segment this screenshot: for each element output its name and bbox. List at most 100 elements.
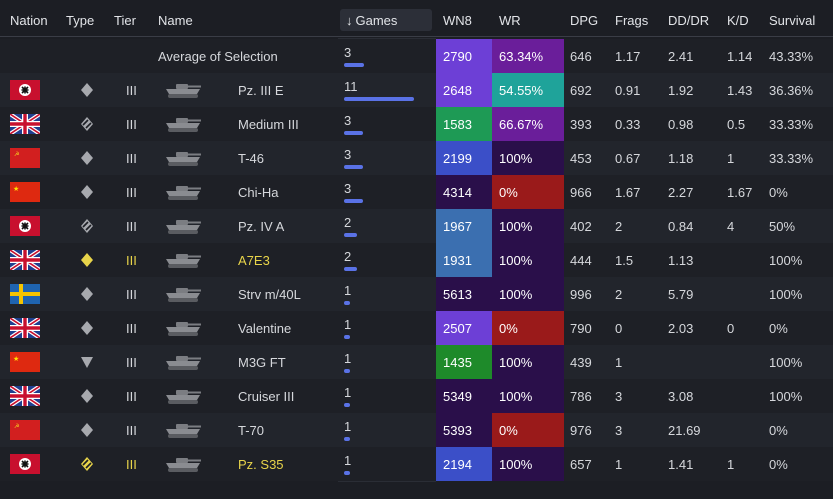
kd-value [723, 345, 763, 379]
table-row[interactable]: III Valentine 1 2507 0% 790 0 2.03 0 0% [0, 311, 833, 345]
survival-value: 0% [769, 184, 788, 200]
games-bar [344, 233, 357, 237]
games-cell: 2 [338, 209, 436, 243]
kd-value: 0.5 [727, 116, 746, 132]
average-label-cell: Average of Selection [156, 39, 338, 73]
col-header-type[interactable]: Type [66, 4, 114, 36]
table-row[interactable]: III A7E3 2 1931 100% 444 1.5 1.13 100% [0, 243, 833, 277]
sweden-flag-icon [10, 284, 40, 304]
table-row[interactable]: III Medium III 3 1583 66.67% 393 0.33 0.98 0.5 33… [0, 107, 833, 141]
col-header-tier[interactable]: Tier [114, 4, 156, 36]
type-cell [66, 447, 114, 481]
nation-flag-cell [0, 277, 66, 311]
light-tank-icon [66, 184, 95, 200]
light-tank-icon [66, 150, 95, 166]
tank-silhouette-icon [156, 114, 206, 134]
games-bar [344, 97, 414, 101]
dddr-value: 1.13 [668, 252, 694, 268]
frags-value: 0 [615, 320, 623, 336]
games-cell: 3 [338, 141, 436, 175]
germany-flag-icon [10, 216, 40, 236]
col-header-name[interactable]: Name [156, 4, 338, 36]
table-row[interactable]: ★ III M3G FT 1 1435 100% 439 1 100% [0, 345, 833, 379]
games-cell: 1 [338, 345, 436, 379]
games-bar [344, 131, 363, 135]
col-header-wn8[interactable]: WN8 [436, 4, 492, 36]
table-row[interactable]: ☭ III T-70 1 5393 0% 976 3 21.69 0% [0, 413, 833, 447]
col-header-nation[interactable]: Nation [0, 4, 66, 36]
table-row[interactable]: III Pz. S35 1 2194 100% 657 1 1.41 1 0% [0, 447, 833, 481]
tier-value: III [126, 388, 137, 404]
type-cell [66, 379, 114, 413]
dpg-value: 692 [570, 82, 592, 98]
games-cell: 3 [338, 175, 436, 209]
name-cell: T-46 [156, 141, 338, 175]
survival-value: 100% [769, 388, 803, 404]
frags-value: 3 [615, 388, 623, 404]
table-row[interactable]: ★ III Chi-Ha 3 4314 0% 966 1.67 2.27 1.67 0% [0, 175, 833, 209]
col-header-games[interactable]: ↓ Games [340, 9, 432, 31]
games-bar [344, 199, 363, 203]
games-value: 3 [344, 113, 352, 128]
type-cell [66, 73, 114, 107]
name-cell: Cruiser III [156, 379, 338, 413]
dddr-value [663, 345, 723, 379]
table-row[interactable]: III Pz. IV A 2 1967 100% 402 2 0.84 4 50% [0, 209, 833, 243]
name-cell: Strv m/40L [156, 277, 338, 311]
vehicle-name: A7E3 [238, 252, 270, 268]
col-header-survival[interactable]: Survival [763, 4, 833, 36]
kd-value [723, 243, 763, 277]
tier-value: III [126, 320, 137, 336]
dpg-value: 444 [570, 252, 592, 268]
survival-value: 100% [769, 354, 803, 370]
wr-value: 100% [492, 345, 564, 379]
table-row[interactable]: III Strv m/40L 1 5613 100% 996 2 5.79 100% [0, 277, 833, 311]
svg-text:☭: ☭ [14, 151, 19, 158]
games-value: 1 [344, 283, 352, 298]
col-header-wr[interactable]: WR [492, 4, 564, 36]
wr-value: 100% [492, 447, 564, 481]
col-header-kd[interactable]: K/D [723, 4, 763, 36]
vehicle-name: T-46 [238, 150, 265, 166]
wn8-value: 2194 [436, 447, 492, 481]
col-header-dpg[interactable]: DPG [564, 4, 610, 36]
dpg-value: 453 [570, 150, 592, 166]
nation-flag-cell [0, 447, 66, 481]
vehicle-stats-table: Nation Type Tier Name ↓ Games WN8 WR DPG … [0, 0, 833, 499]
games-value: 2 [344, 215, 352, 230]
dddr-value: 5.79 [668, 286, 694, 302]
tier-value: III [126, 116, 137, 132]
kd-value: 1.67 [727, 184, 753, 200]
wn8-value: 1967 [436, 209, 492, 243]
kd-value [723, 379, 763, 413]
svg-text:☭: ☭ [14, 423, 19, 430]
survival-value: 50% [769, 218, 796, 234]
survival-value: 33.33% [769, 150, 814, 166]
tier-value: III [126, 218, 137, 234]
col-header-frags[interactable]: Frags [610, 4, 663, 36]
type-cell [66, 243, 114, 277]
wr-value: 0% [492, 175, 564, 209]
nation-flag-cell: ★ [0, 345, 66, 379]
nation-flag-cell [0, 379, 66, 413]
ussr-flag-icon: ☭ [10, 148, 40, 168]
table-row[interactable]: ☭ III T-46 3 2199 100% 453 0.67 1.18 1 33.33% [0, 141, 833, 175]
games-bar [344, 403, 350, 407]
tier-value: III [126, 150, 137, 166]
wn8-value: 1435 [436, 345, 492, 379]
table-row[interactable]: III Cruiser III 1 5349 100% 786 3 3.08 100% [0, 379, 833, 413]
games-cell: 2 [338, 243, 436, 277]
dddr-value: 1.92 [668, 82, 694, 98]
games-bar [344, 165, 363, 169]
tank-silhouette-icon [156, 352, 206, 372]
frags-value: 0.91 [615, 82, 641, 98]
tank-silhouette-icon [156, 420, 206, 440]
col-header-dddr[interactable]: DD/DR [663, 4, 723, 36]
table-row[interactable]: III Pz. III E 11 2648 54.55% 692 0.91 1.92 1.43 3… [0, 73, 833, 107]
dpg-value: 439 [570, 354, 592, 370]
tank-silhouette-icon [156, 148, 206, 168]
nation-flag-cell: ☭ [0, 141, 66, 175]
games-value: 11 [344, 79, 358, 94]
games-cell: 1 [338, 379, 436, 413]
survival-value: 0% [769, 422, 788, 438]
